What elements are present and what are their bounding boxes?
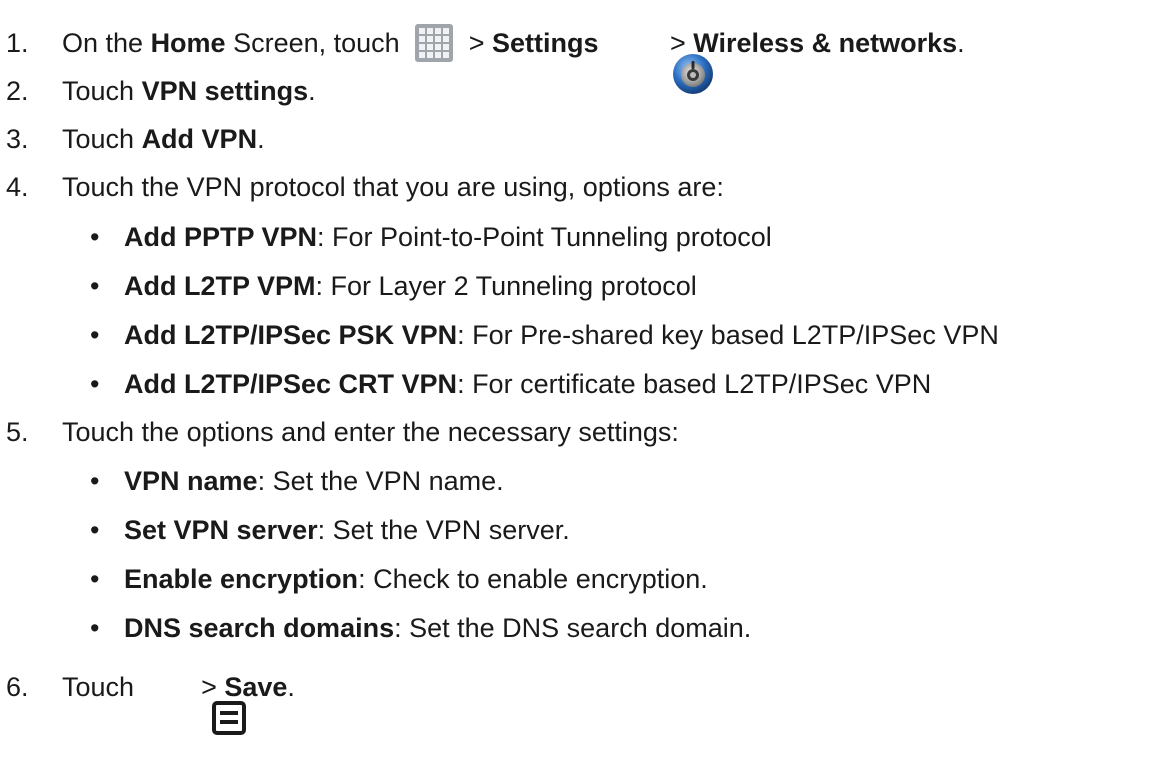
bold-vpn-settings: VPN settings <box>141 75 309 106</box>
bullet-text: DNS search domains: Set the DNS search d… <box>124 613 751 644</box>
text-segment: Touch <box>62 123 142 154</box>
step-text: Touch Add VPN . <box>62 124 265 155</box>
step-text: Touch the VPN protocol that you are usin… <box>62 171 724 202</box>
text-segment: : Set the VPN server. <box>317 514 570 545</box>
step-text: On the Home Screen, touch > Settings > W… <box>62 21 965 94</box>
step-number: 4. <box>6 171 29 202</box>
text-segment: : Check to enable encryption. <box>358 563 708 594</box>
bold-term: Add L2TP/IPSec PSK VPN <box>124 319 458 350</box>
step-number: 1. <box>6 27 29 58</box>
bullet-text: Set VPN server: Set the VPN server. <box>124 515 570 546</box>
bold-term: Add L2TP/IPSec CRT VPN <box>124 368 458 399</box>
bold-term: Set VPN server <box>124 514 318 545</box>
step-number: 2. <box>6 75 29 106</box>
bold-term: Enable encryption <box>124 563 359 594</box>
text-segment: Touch <box>62 671 142 702</box>
text-segment: . <box>257 123 265 154</box>
bullet-text: Add PPTP VPN: For Point-to-Point Tunneli… <box>124 222 772 253</box>
settings-icon <box>610 21 713 94</box>
text-segment: : For Layer 2 Tunneling protocol <box>315 270 697 301</box>
text-segment: . <box>957 27 965 58</box>
bullet-text: Add L2TP/IPSec PSK VPN: For Pre-shared k… <box>124 320 999 351</box>
bullet-symbol: • <box>90 465 100 496</box>
step-number: 3. <box>6 123 29 154</box>
apps-grid-icon <box>415 24 454 62</box>
instruction-document: 1. On the Home Screen, touch > Settings <box>0 0 1166 735</box>
step-text: Touch > Save . <box>62 670 295 735</box>
step-number: 6. <box>6 671 29 702</box>
bold-term: Add L2TP VPM <box>124 270 316 301</box>
bullet-text: Add L2TP/IPSec CRT VPN: For certificate … <box>124 369 931 400</box>
bullet-text: Add L2TP VPM: For Layer 2 Tunneling prot… <box>124 271 697 302</box>
text-segment: On the <box>62 27 151 58</box>
bullet-symbol: • <box>90 563 100 594</box>
text-segment: : For Point-to-Point Tunneling protocol <box>317 221 772 252</box>
bullet-text: VPN name: Set the VPN name. <box>124 466 504 497</box>
menu-icon <box>152 670 246 735</box>
text-segment: . <box>287 671 295 702</box>
bullet-text: Enable encryption: Check to enable encry… <box>124 564 708 595</box>
step-text: Touch the options and enter the necessar… <box>62 416 679 447</box>
bullet-symbol: • <box>90 514 100 545</box>
step-number: 5. <box>6 416 29 447</box>
bold-wireless-networks: Wireless & networks <box>693 27 958 58</box>
bold-term: VPN name <box>124 465 258 496</box>
text-segment: . <box>308 75 316 106</box>
text-segment: Screen, touch <box>225 27 408 58</box>
bold-settings: Settings <box>491 27 599 58</box>
bold-term: DNS search domains <box>124 612 395 643</box>
bullet-symbol: • <box>90 368 100 399</box>
bold-add-vpn: Add VPN <box>141 123 258 154</box>
text-segment: > <box>662 27 694 58</box>
bold-save: Save <box>224 671 288 702</box>
bullet-symbol: • <box>90 319 100 350</box>
text-segment: : Set the DNS search domain. <box>394 612 752 643</box>
bold-home: Home <box>150 27 226 58</box>
step-text: Touch VPN settings . <box>62 76 316 107</box>
text-segment: Touch <box>62 75 142 106</box>
bullet-symbol: • <box>90 221 100 252</box>
text-segment: : For Pre-shared key based L2TP/IPSec VP… <box>457 319 999 350</box>
text-segment: : Set the VPN name. <box>257 465 504 496</box>
bold-term: Add PPTP VPN <box>124 221 318 252</box>
text-segment: > <box>193 671 225 702</box>
bullet-symbol: • <box>90 270 100 301</box>
text-segment: : For certificate based L2TP/IPSec VPN <box>457 368 932 399</box>
bullet-symbol: • <box>90 612 100 643</box>
text-segment: > <box>461 27 492 58</box>
